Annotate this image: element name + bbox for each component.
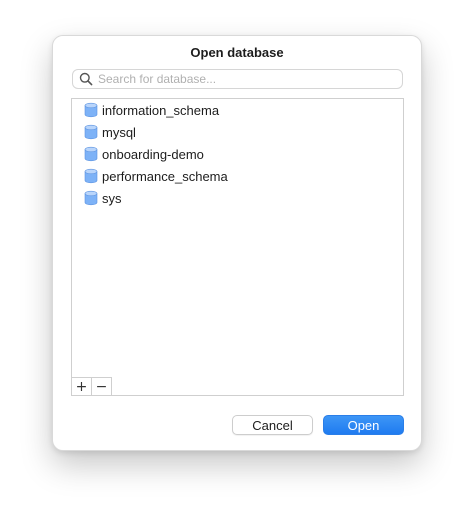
list-item[interactable]: mysql	[72, 121, 403, 143]
database-icon	[84, 146, 98, 162]
list-item-label: sys	[102, 190, 122, 206]
open-button[interactable]: Open	[323, 415, 404, 435]
search-box[interactable]	[72, 69, 403, 89]
list-item-label: information_schema	[102, 102, 220, 118]
search-input[interactable]	[98, 71, 402, 87]
cancel-button[interactable]: Cancel	[232, 415, 313, 435]
database-list: information_schema mysql onboarding-demo	[71, 98, 404, 396]
database-icon	[84, 102, 98, 118]
list-item-label: performance_schema	[102, 168, 228, 184]
list-buttons: + −	[72, 377, 112, 395]
search-icon	[79, 72, 93, 86]
list-item[interactable]: performance_schema	[72, 165, 403, 187]
open-database-dialog: Open database information_schema mysql	[52, 35, 422, 451]
remove-database-button[interactable]: −	[92, 377, 112, 395]
dialog-title: Open database	[190, 45, 284, 60]
list-item[interactable]: sys	[72, 187, 403, 209]
list-item-label: onboarding-demo	[102, 146, 204, 162]
add-database-button[interactable]: +	[72, 377, 92, 395]
database-icon	[84, 168, 98, 184]
database-list-items: information_schema mysql onboarding-demo	[72, 99, 403, 209]
database-icon	[84, 190, 98, 206]
database-icon	[84, 124, 98, 140]
list-item-label: mysql	[102, 124, 136, 140]
list-item[interactable]: onboarding-demo	[72, 143, 403, 165]
list-item[interactable]: information_schema	[72, 99, 403, 121]
